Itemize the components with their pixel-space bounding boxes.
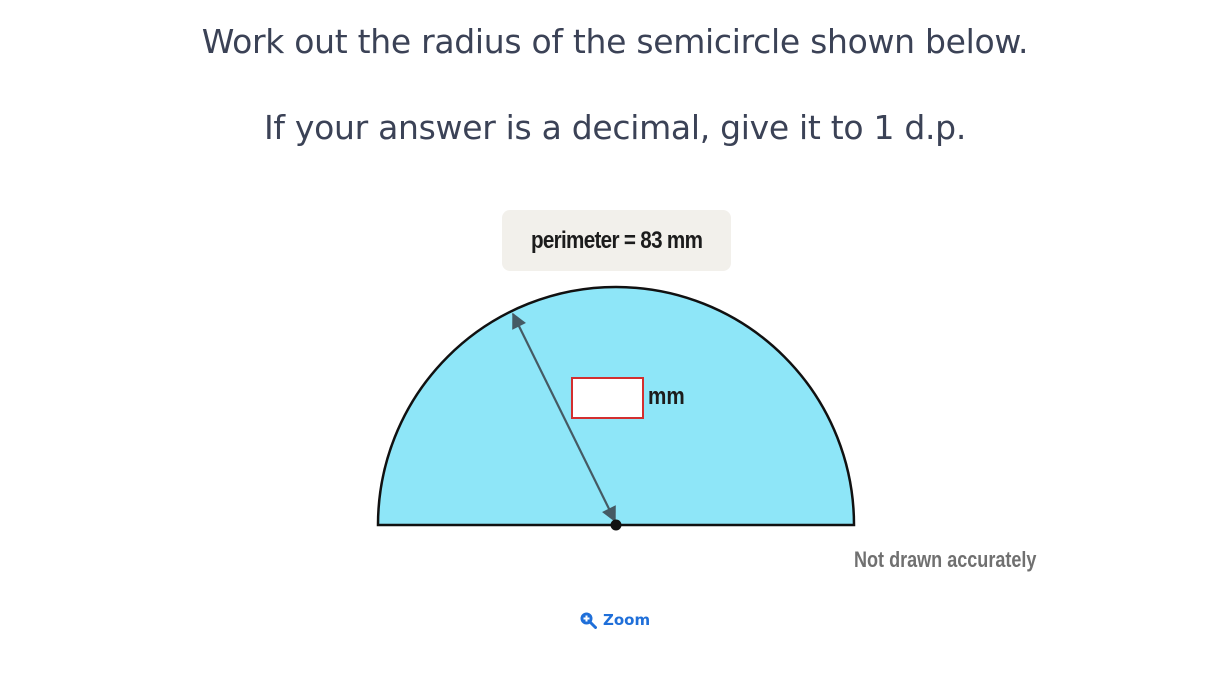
centre-point — [610, 519, 622, 531]
perimeter-label-text: perimeter = 83 mm — [530, 226, 703, 254]
zoom-label: Zoom — [603, 611, 651, 629]
zoom-button[interactable]: Zoom — [579, 611, 650, 629]
perimeter-label: perimeter = 83 mm — [502, 210, 731, 271]
not-drawn-accurately-note: Not drawn accurately — [854, 547, 1037, 572]
unit-label: mm — [648, 383, 685, 410]
semicircle-diagram — [376, 285, 856, 531]
radius-answer-input[interactable] — [571, 377, 644, 419]
zoom-in-icon — [579, 611, 597, 629]
